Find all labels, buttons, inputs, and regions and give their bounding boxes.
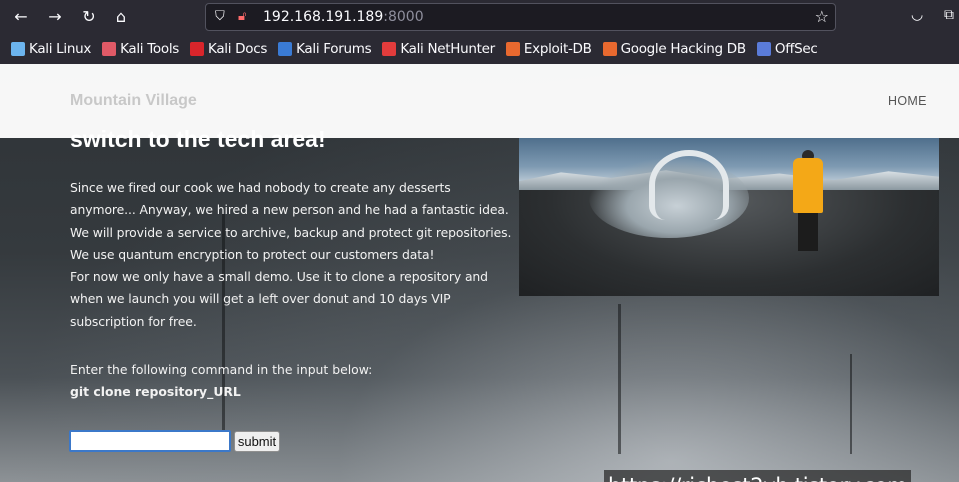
bookmark-label: Kali Tools xyxy=(120,41,179,57)
bookmark-item[interactable]: Kali Forums xyxy=(278,41,372,57)
page-content: Mountain Village HOME switch to the tech… xyxy=(0,64,959,482)
bookmark-item[interactable]: Kali Docs xyxy=(190,41,267,57)
bookmark-item[interactable]: Exploit-DB xyxy=(505,41,592,57)
back-arrow-icon[interactable]: ← xyxy=(10,6,32,28)
kali-tools-icon xyxy=(102,42,117,56)
photo-person-legs xyxy=(798,213,818,251)
bookmark-item[interactable]: Kali NetHunter xyxy=(382,41,495,57)
bookmark-label: Kali Forums xyxy=(296,41,372,57)
photo-person-jacket xyxy=(793,158,823,213)
bookmark-label: Kali Linux xyxy=(29,41,92,57)
kali-dragon-icon xyxy=(11,42,25,56)
insecure-lock-icon[interactable]: 🔓︎ xyxy=(238,9,246,24)
intro-line: We will provide a service to archive, ba… xyxy=(70,224,512,240)
browser-toolbar: ← → ↻ ⌂ ⛉ 🔓︎ 192.168.191.189:8000 ☆ ◡ ⧉ xyxy=(0,0,959,34)
bookmark-item[interactable]: Kali Tools xyxy=(102,41,179,57)
pocket-icon[interactable]: ◡ xyxy=(911,7,923,23)
hero-photo xyxy=(519,138,939,296)
command-text: git clone repository_URL xyxy=(70,384,241,400)
bookmark-label: Google Hacking DB xyxy=(620,41,747,57)
bookmark-item[interactable]: OffSec xyxy=(756,41,818,57)
intro-line: Since we fired our cook we had nobody to… xyxy=(70,180,451,195)
intro-text: Since we fired our cook we had nobody to… xyxy=(70,177,512,333)
site-brand[interactable]: Mountain Village xyxy=(70,92,197,110)
intro-line: For now we only have a small demo. Use i… xyxy=(70,269,488,285)
shield-icon[interactable]: ⛉ xyxy=(215,9,225,24)
url-text[interactable]: 192.168.191.189:8000 xyxy=(263,9,424,25)
bookmark-item[interactable]: Kali Linux xyxy=(11,41,91,57)
reload-icon[interactable]: ↻ xyxy=(78,6,100,28)
instruction-text: Enter the following command in the input… xyxy=(70,362,373,377)
bookmark-label: Exploit-DB xyxy=(523,41,592,57)
bookmark-label: OffSec xyxy=(774,41,818,57)
watermark-text: https://richest2yh.tistory.com xyxy=(604,470,912,482)
page-headline: switch to the tech area! xyxy=(70,126,326,152)
bookmark-star-icon[interactable]: ☆ xyxy=(815,7,829,26)
bookmark-label: Kali Docs xyxy=(208,41,268,57)
bookmark-item[interactable]: Google Hacking DB xyxy=(602,41,747,57)
turbine-silhouette xyxy=(850,354,852,454)
kali-docs-icon xyxy=(190,42,204,56)
bookmark-label: Kali NetHunter xyxy=(400,41,495,57)
url-port: :8000 xyxy=(383,9,424,25)
kali-forums-icon xyxy=(278,42,293,56)
forward-arrow-icon[interactable]: → xyxy=(44,6,66,28)
turbine-silhouette xyxy=(618,304,621,454)
intro-line: anymore... Anyway, we hired a new person… xyxy=(70,202,509,218)
repository-url-input[interactable] xyxy=(69,430,231,452)
bookmarks-bar: Kali Linux Kali Tools Kali Docs Kali Forums… xyxy=(0,34,959,64)
instructions: Enter the following command in the input… xyxy=(70,359,372,404)
nav-home-link[interactable]: HOME xyxy=(888,94,927,108)
intro-line: subscription for free. xyxy=(70,313,197,329)
url-bar[interactable]: ⛉ 🔓︎ 192.168.191.189:8000 ☆ xyxy=(205,3,836,31)
extensions-icon[interactable]: ⧉ xyxy=(944,7,954,23)
intro-line: when we launch you will get a left over … xyxy=(70,291,451,307)
exploit-db-icon xyxy=(505,42,520,56)
url-host: 192.168.191.189 xyxy=(263,9,384,25)
intro-line: We use quantum encryption to protect our… xyxy=(70,246,435,262)
submit-button[interactable]: submit xyxy=(234,431,280,452)
offsec-icon xyxy=(756,42,771,56)
photo-plane-fuselage xyxy=(649,150,729,220)
nethunter-icon xyxy=(382,42,397,56)
ghdb-icon xyxy=(602,42,617,56)
home-icon[interactable]: ⌂ xyxy=(110,6,132,28)
